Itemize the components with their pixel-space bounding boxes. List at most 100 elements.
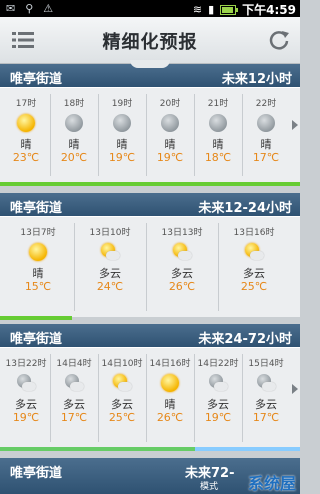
forecast-item: 14日16时晴 26℃: [146, 348, 194, 448]
column-divider: [194, 94, 195, 176]
temperature: 26℃: [156, 411, 184, 424]
section-range: 未来12-24小时: [198, 201, 292, 216]
watermark-logo: 系统屋: [247, 474, 296, 493]
temperature: 20℃: [60, 151, 88, 164]
column-divider: [194, 354, 195, 442]
forecast-time: 13日10时: [89, 228, 131, 238]
forecast-time: 14日10时: [101, 359, 143, 369]
mode-text: 模式: [200, 482, 219, 492]
column-divider: [242, 354, 243, 442]
weather-text: 晴: [20, 138, 32, 151]
temperature: 24℃: [96, 280, 124, 293]
partly-cloudy-sun-icon: [173, 243, 192, 261]
forecast-item: 13日10时 多云 24℃: [74, 217, 146, 317]
forecast-time: 13日13时: [161, 228, 203, 238]
section-range: 未来24-72小时: [198, 332, 292, 347]
moon-icon: [257, 114, 275, 132]
temperature: 25℃: [240, 280, 268, 293]
temperature: 17℃: [252, 411, 280, 424]
section-header-12-24h: 唯亭街道 未来12-24小时: [0, 193, 300, 216]
weather-text: 多云: [207, 398, 229, 411]
forecast-time: 13日16时: [233, 228, 275, 238]
weather-text: 多云: [63, 398, 85, 411]
status-time: 下午4:59: [242, 3, 296, 17]
weather-text: 晴: [164, 138, 176, 151]
temperature: 19℃: [12, 411, 40, 424]
forecast-item: 13日16时 多云 25℃: [218, 217, 290, 317]
partly-cloudy-moon-icon: [257, 374, 276, 392]
forecast-time: 13日22时: [5, 359, 47, 369]
moon-icon: [113, 114, 131, 132]
progress-bar: [0, 182, 300, 186]
column-divider: [98, 94, 99, 176]
forecast-item: 13日7时晴 15℃: [2, 217, 74, 317]
partly-cloudy-moon-icon: [65, 374, 84, 392]
forecast-item: 18时晴 20℃: [50, 88, 98, 183]
scroll-right-arrow-icon[interactable]: [292, 384, 298, 394]
forecast-item: 20时晴 19℃: [146, 88, 194, 183]
partly-cloudy-moon-icon: [17, 374, 36, 392]
forecast-item: 14日22时 多云 19℃: [194, 348, 242, 448]
weather-text: 晴: [32, 267, 44, 280]
weather-text: 多云: [99, 267, 121, 280]
section-header-12h: 唯亭街道 未来12小时: [0, 60, 300, 87]
forecast-time: 18时: [63, 99, 85, 109]
sun-icon: [17, 114, 35, 132]
column-divider: [146, 354, 147, 442]
forecast-card-12-24h[interactable]: 13日7时晴 15℃ 13日10时 多云 24℃ 13日13时 多云 26℃ 13日16时 多云 2…: [0, 216, 300, 317]
forecast-item: 17时晴 23℃: [2, 88, 50, 183]
section-header-24-72h: 唯亭街道 未来24-72小时: [0, 324, 300, 347]
weather-text: 晴: [164, 398, 176, 411]
weather-text: 晴: [260, 138, 272, 151]
notification-icon: ✉: [6, 2, 16, 15]
column-divider: [50, 354, 51, 442]
temperature: 26℃: [168, 280, 196, 293]
moon-icon: [209, 114, 227, 132]
temperature: 25℃: [108, 411, 136, 424]
forecast-time: 20时: [159, 99, 181, 109]
temperature: 17℃: [60, 411, 88, 424]
temperature: 19℃: [156, 151, 184, 164]
status-bar: ✉ ⚲ ⚠ ≋ ▮ 下午4:59: [0, 0, 300, 17]
title-bar: 精细化预报: [0, 17, 300, 64]
column-divider: [146, 223, 147, 311]
forecast-time: 19时: [111, 99, 133, 109]
weather-text: 多云: [15, 398, 37, 411]
forecast-time: 15日4时: [248, 359, 284, 369]
forecast-item: 13日13时 多云 26℃: [146, 217, 218, 317]
forecast-card-24-72h[interactable]: 13日22时 多云 19℃ 14日4时 多云 17℃ 14日10时 多云 25℃ 14日16时晴 2…: [0, 347, 300, 448]
sun-icon: [161, 374, 179, 392]
debug-icon: ⚠: [43, 2, 54, 15]
weather-text: 多云: [243, 267, 265, 280]
section-location: 唯亭街道: [10, 72, 63, 87]
temperature: 15℃: [24, 280, 52, 293]
usb-icon: ⚲: [25, 2, 34, 15]
forecast-time: 17时: [15, 99, 37, 109]
section-location: 唯亭街道: [10, 332, 63, 347]
forecast-card-12h[interactable]: 17时晴 23℃ 18时晴 20℃ 19时晴 19℃ 20时晴 19℃ 21时晴 18℃ 22时晴 1…: [0, 87, 300, 183]
forecast-time: 21时: [207, 99, 229, 109]
column-divider: [146, 94, 147, 176]
weather-text: 晴: [212, 138, 224, 151]
refresh-icon[interactable]: [268, 29, 290, 51]
forecast-item: 21时晴 18℃: [194, 88, 242, 183]
temperature: 19℃: [204, 411, 232, 424]
section-location: 唯亭街道: [10, 466, 63, 481]
partly-cloudy-sun-icon: [245, 243, 264, 261]
forecast-time: 22时: [255, 99, 277, 109]
partly-cloudy-sun-icon: [101, 243, 120, 261]
moon-icon: [65, 114, 83, 132]
weather-text: 晴: [116, 138, 128, 151]
forecast-item: 13日22时 多云 19℃: [2, 348, 50, 448]
page-title: 精细化预报: [102, 32, 198, 53]
forecast-time: 13日7时: [20, 228, 56, 238]
weather-text: 晴: [68, 138, 80, 151]
column-divider: [74, 223, 75, 311]
progress-bar: [0, 447, 300, 451]
partly-cloudy-moon-icon: [209, 374, 228, 392]
column-divider: [98, 354, 99, 442]
scroll-right-arrow-icon[interactable]: [292, 120, 298, 130]
forecast-time: 14日16时: [149, 359, 191, 369]
weather-text: 多云: [171, 267, 193, 280]
temperature: 18℃: [204, 151, 232, 164]
